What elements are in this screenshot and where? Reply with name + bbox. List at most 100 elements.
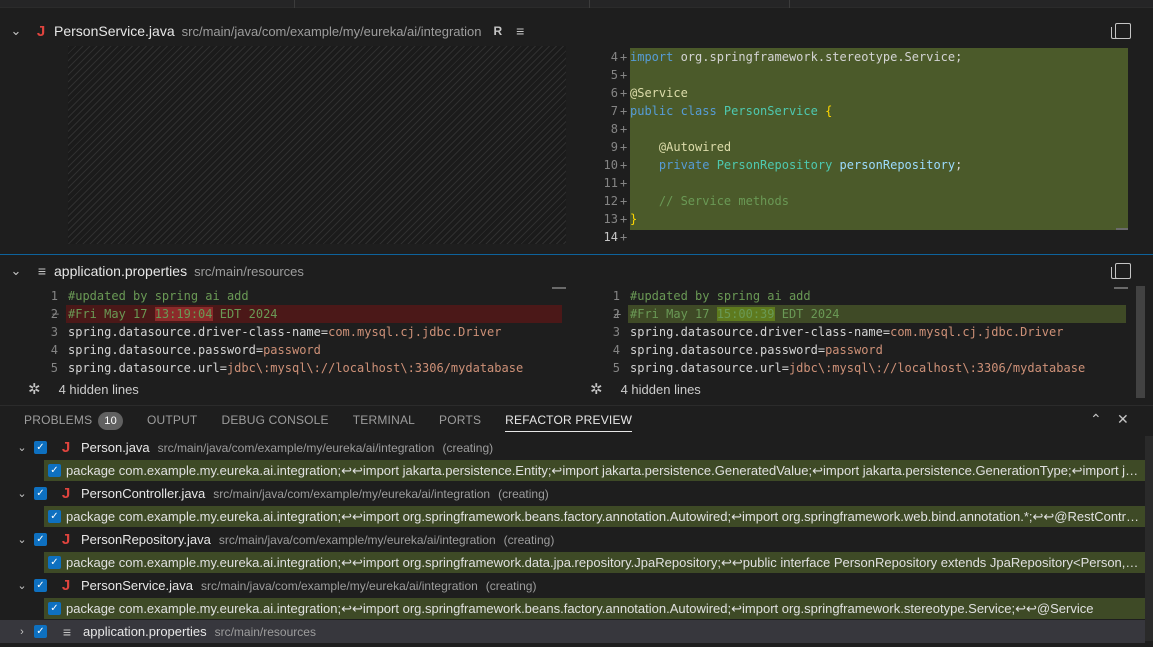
diff-added-marker: + [620, 86, 628, 100]
diff-header-person-service: ⌄ J PersonService.java src/main/java/com… [0, 16, 1153, 46]
code-line[interactable]: private PersonRepository personRepositor… [630, 156, 962, 174]
java-file-icon: J [36, 22, 46, 40]
tab-terminal[interactable]: TERMINAL [353, 406, 415, 434]
code-token: jdbc\:mysql\://localhost\:3306/mydatabas… [226, 361, 524, 375]
code-line[interactable]: spring.datasource.url=jdbc\:mysql\://loc… [68, 359, 523, 377]
tab-ports[interactable]: PORTS [439, 406, 481, 434]
refactor-file-row[interactable]: ⌄ ✓ J PersonService.java src/main/java/com/e… [0, 574, 1145, 597]
tab-output[interactable]: OUTPUT [147, 406, 198, 434]
code-line[interactable]: @Service [630, 84, 688, 102]
code-line[interactable]: spring.datasource.driver-class-name=com.… [68, 323, 501, 341]
diff2-vertical-scrollbar[interactable] [1136, 286, 1145, 398]
tab-problems[interactable]: PROBLEMS 10 [24, 406, 123, 434]
chevron-down-icon[interactable]: ⌄ [0, 23, 32, 39]
line-number: 3 [50, 325, 58, 339]
code-line[interactable]: #updated by spring ai add [630, 287, 811, 305]
refactor-file-row[interactable]: › ✓ ≡ application.properties src/main/resour… [0, 620, 1145, 643]
diff-added-marker: + [620, 104, 628, 118]
refactor-preview-row[interactable]: ✓ package com.example.my.eureka.ai.integr… [44, 460, 1145, 481]
change-preview-text: package com.example.my.eureka.ai.integra… [66, 462, 1141, 478]
code-line[interactable]: #Fri May 17 13:19:04 EDT 2024 [68, 305, 278, 323]
line-number: 6 [610, 86, 618, 100]
code-line[interactable]: public class PersonService { [630, 102, 832, 120]
file-checkbox[interactable]: ✓ [34, 487, 47, 500]
change-checkbox[interactable]: ✓ [48, 602, 61, 615]
refactor-preview-row[interactable]: ✓ package com.example.my.eureka.ai.integr… [44, 552, 1145, 573]
diff-file-name[interactable]: PersonService.java [54, 23, 175, 39]
code-token: EDT 2024 [212, 307, 278, 321]
unfold-icon[interactable]: ✲ [590, 380, 603, 398]
code-line[interactable]: @Autowired [630, 138, 731, 156]
java-file-icon: J [61, 531, 71, 548]
file-checkbox[interactable]: ✓ [34, 441, 47, 454]
code-line[interactable]: spring.datasource.password=password [68, 341, 321, 359]
code-line[interactable]: spring.datasource.driver-class-name=com.… [630, 323, 1063, 341]
refactor-file-row[interactable]: ⌄ ✓ J Person.java src/main/java/com/example/… [0, 436, 1145, 459]
code-token: com.mysql.cj.jdbc.Driver [890, 325, 1064, 339]
code-line[interactable]: #updated by spring ai add [68, 287, 249, 305]
code-line[interactable]: import org.springframework.stereotype.Se… [630, 48, 962, 66]
tab-strip-segment[interactable] [590, 0, 790, 8]
tab-strip-segment[interactable] [295, 0, 590, 8]
chevron-right-icon[interactable]: › [10, 626, 34, 638]
refactor-file-row[interactable]: ⌄ ✓ J PersonController.java src/main/java/co… [0, 482, 1145, 505]
code-token: spring.datasource.password= [630, 343, 826, 357]
code-line[interactable]: spring.datasource.password=password [630, 341, 883, 359]
code-line[interactable]: spring.datasource.url=jdbc\:mysql\://loc… [630, 359, 1085, 377]
unfold-icon[interactable]: ✲ [28, 380, 41, 398]
code-token: #updated by spring ai add [68, 289, 249, 303]
code-token: personRepository [839, 158, 956, 172]
diff2-left-scroll-indicator[interactable] [552, 287, 566, 289]
refactor-file-path: src/main/java/com/example/my/eureka/ai/i… [218, 532, 496, 547]
file-checkbox[interactable]: ✓ [34, 625, 47, 638]
java-file-icon: J [61, 485, 71, 502]
refactor-file-state: (creating) [442, 440, 494, 455]
list-lines-icon: ≡ [516, 23, 525, 39]
java-file-icon: J [61, 439, 71, 456]
code-token: import [630, 50, 674, 64]
file-checkbox[interactable]: ✓ [34, 533, 47, 546]
refactor-scrollbar[interactable] [1145, 436, 1153, 641]
code-line[interactable]: } [630, 210, 637, 228]
tab-refactor-preview[interactable]: REFACTOR PREVIEW [505, 406, 633, 434]
code-line[interactable]: #Fri May 17 15:00:39 EDT 2024 [630, 305, 840, 323]
change-checkbox[interactable]: ✓ [48, 556, 61, 569]
editor-tab-strip [0, 0, 1153, 8]
hidden-lines-left[interactable]: ✲ 4 hidden lines [28, 378, 139, 400]
maximize-panel-icon[interactable]: ⌃ [1090, 405, 1102, 433]
open-file-icon[interactable] [1111, 23, 1131, 39]
file-checkbox[interactable]: ✓ [34, 579, 47, 592]
chevron-down-icon[interactable]: ⌄ [0, 263, 32, 279]
tab-strip-segment[interactable] [0, 0, 295, 8]
chevron-down-icon[interactable]: ⌄ [10, 487, 34, 500]
code-token: public class [630, 104, 724, 118]
change-checkbox[interactable]: ✓ [48, 464, 61, 477]
refactor-preview-row[interactable]: ✓ package com.example.my.eureka.ai.integr… [44, 598, 1145, 619]
refactor-file-path: src/main/java/com/example/my/eureka/ai/i… [213, 486, 491, 501]
diff-file-name[interactable]: application.properties [54, 263, 187, 279]
diff1-scroll-indicator[interactable] [1116, 228, 1128, 230]
refactor-file-row[interactable]: ⌄ ✓ J PersonRepository.java src/main/java/co… [0, 528, 1145, 551]
code-token: PersonRepository [716, 158, 833, 172]
java-file-icon: J [61, 577, 71, 594]
chevron-down-icon[interactable]: ⌄ [10, 579, 34, 592]
diff-added-marker: + [620, 194, 628, 208]
refactor-preview-row[interactable]: ✓ package com.example.my.eureka.ai.integr… [44, 506, 1145, 527]
code-line[interactable]: // Service methods [630, 192, 789, 210]
code-token: } [630, 212, 638, 226]
code-token: jdbc\:mysql\://localhost\:3306/mydatabas… [788, 361, 1086, 375]
diff-file-path: src/main/resources [194, 263, 304, 279]
problems-count-badge: 10 [98, 411, 123, 430]
close-panel-icon[interactable]: ✕ [1117, 405, 1129, 433]
diff-added-marker: + [620, 140, 628, 154]
open-file-icon[interactable] [1111, 263, 1131, 279]
change-checkbox[interactable]: ✓ [48, 510, 61, 523]
chevron-down-icon[interactable]: ⌄ [10, 441, 34, 454]
diff2-right-scroll-indicator[interactable] [1114, 287, 1128, 289]
hidden-lines-right[interactable]: ✲ 4 hidden lines [590, 378, 701, 400]
diff-added-marker: + [620, 122, 628, 136]
tab-debug-console[interactable]: DEBUG CONSOLE [221, 406, 328, 434]
chevron-down-icon[interactable]: ⌄ [10, 533, 34, 546]
